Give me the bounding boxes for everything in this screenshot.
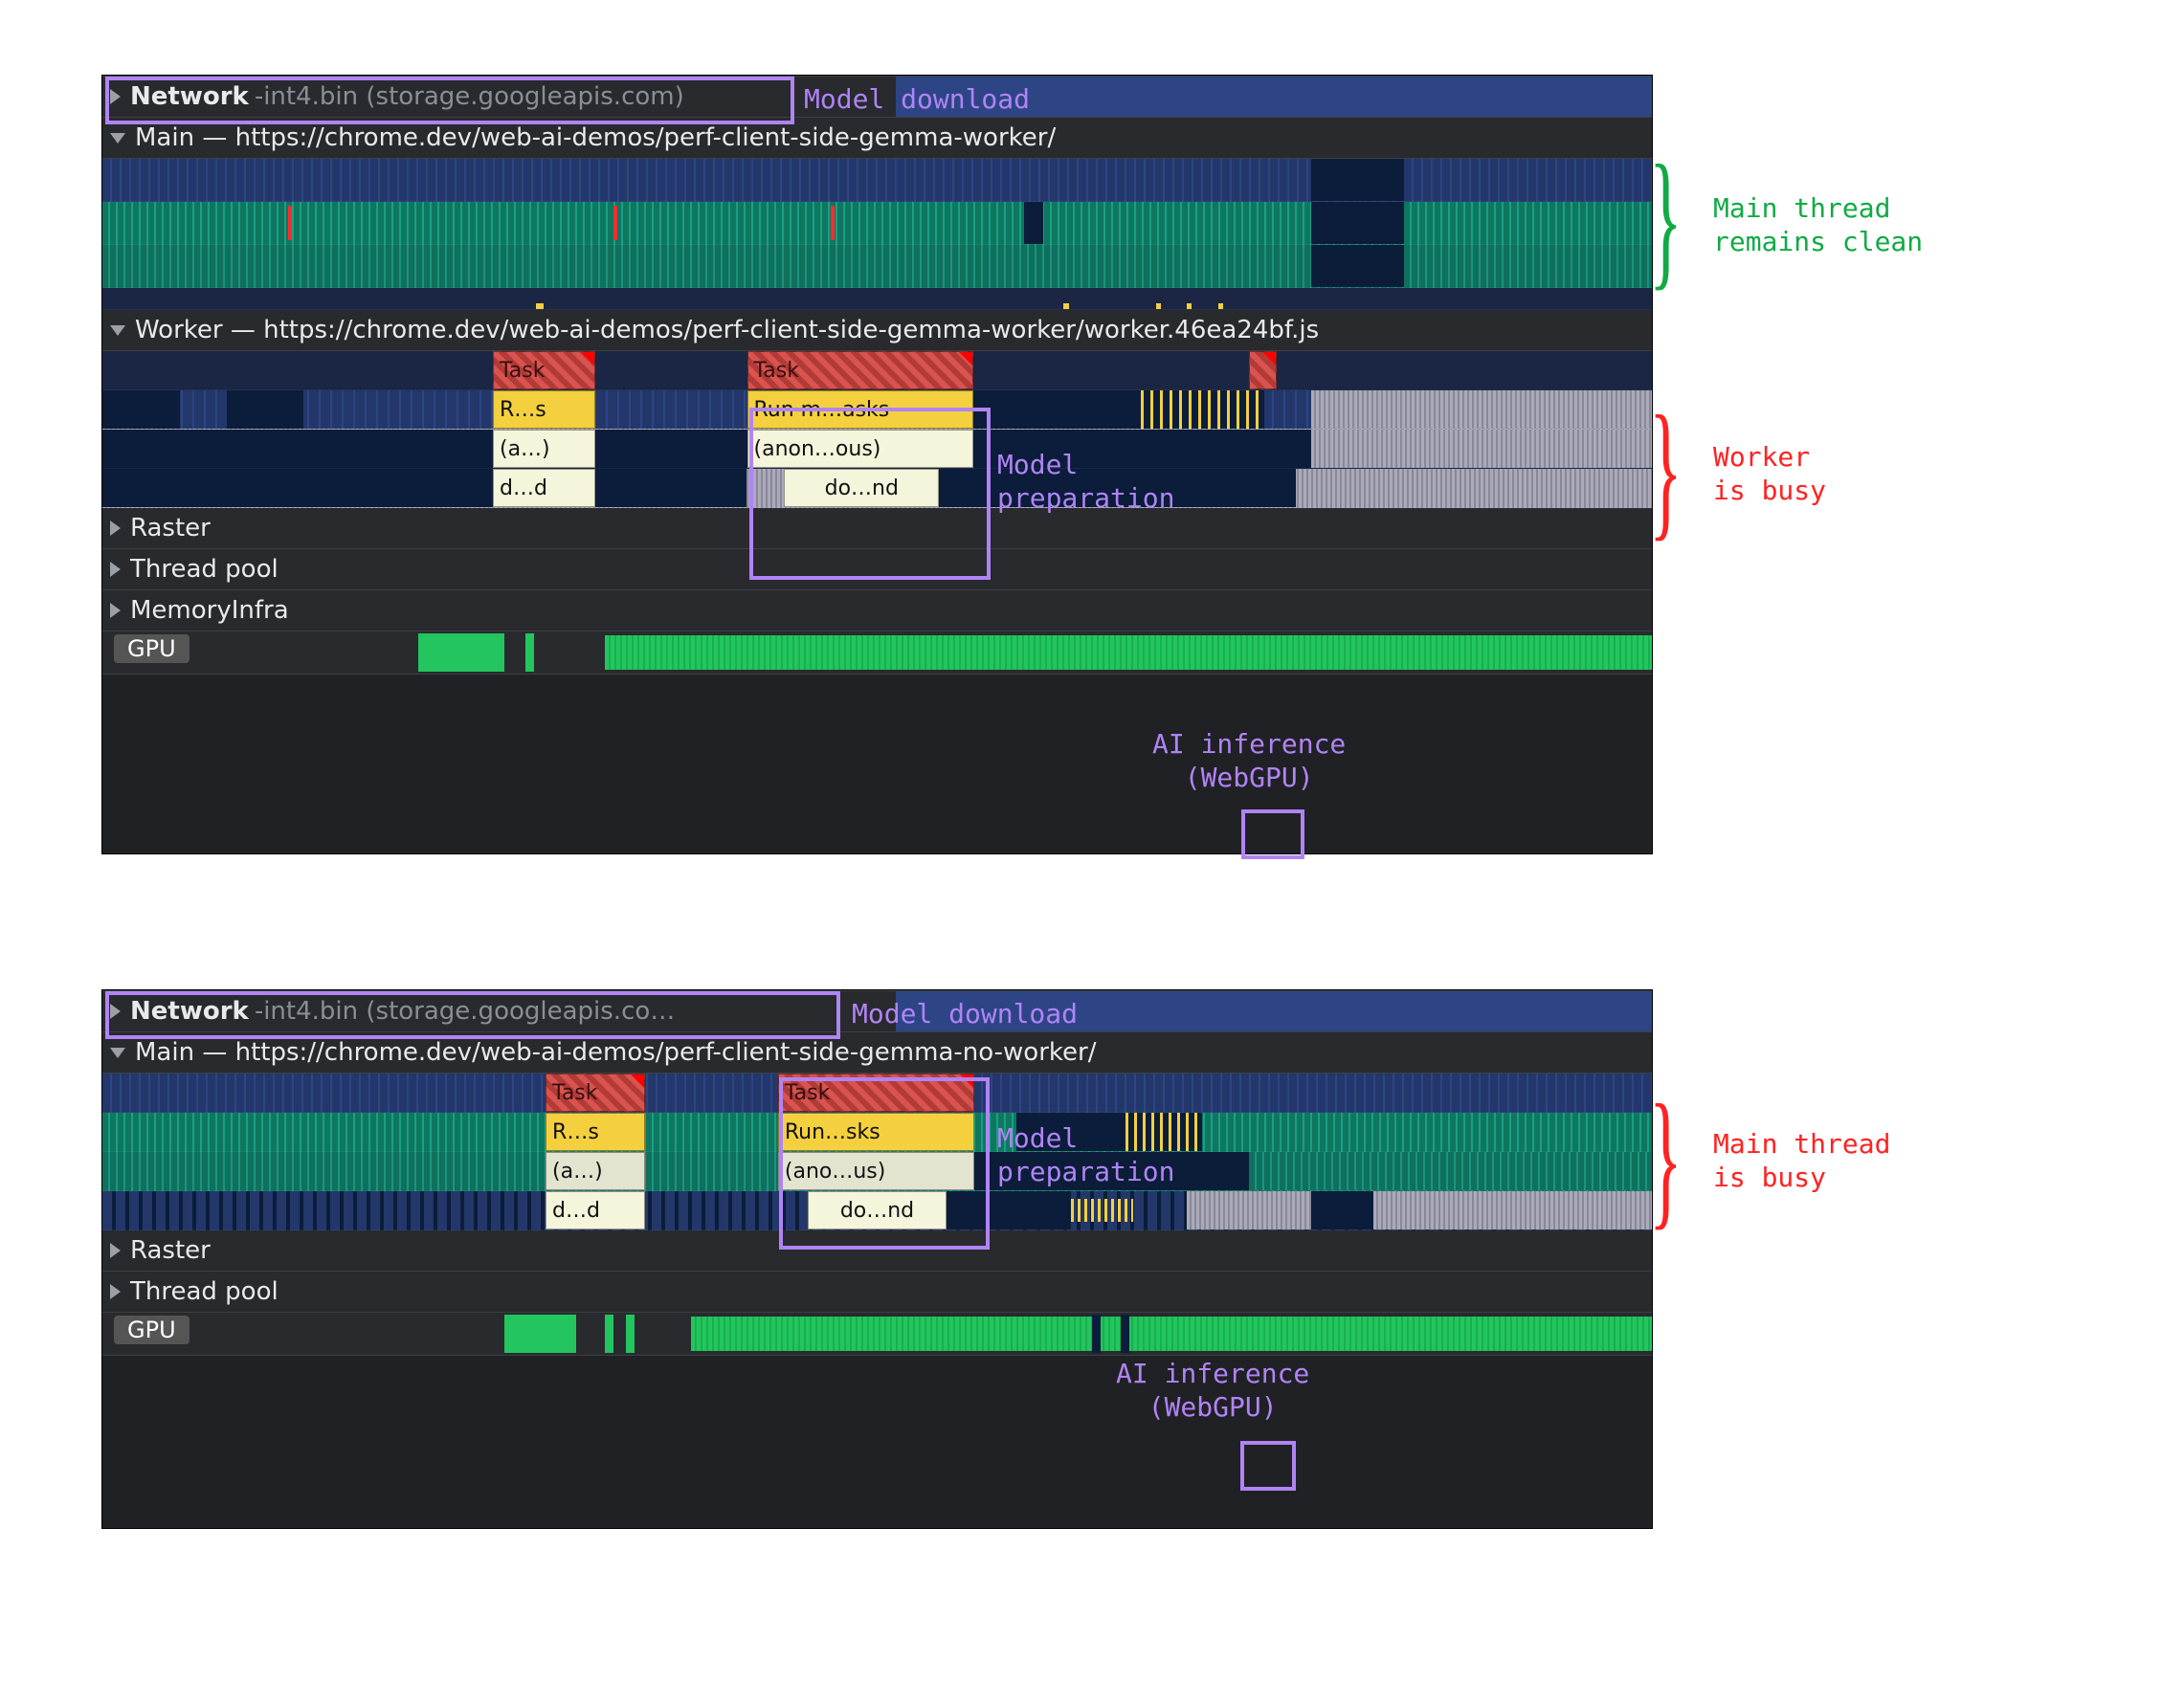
track-header-raster[interactable]: Raster xyxy=(102,1230,1652,1272)
flame-entry[interactable]: d…d xyxy=(546,1191,645,1229)
flame-entry[interactable]: d…d xyxy=(493,469,595,507)
main-label: Main — https://chrome.dev/web-ai-demos/p… xyxy=(135,123,1056,152)
main-thread-flame[interactable]: Task Task R…s Run…sks (a…) (ano…us) d…d … xyxy=(102,1074,1652,1230)
flame-task[interactable]: Task xyxy=(778,1074,975,1112)
flame-task[interactable]: Task xyxy=(546,1074,645,1112)
track-header-worker[interactable]: Worker — https://chrome.dev/web-ai-demos… xyxy=(102,310,1652,351)
disclosure-expanded-icon xyxy=(110,325,125,336)
raster-label: Raster xyxy=(130,514,211,542)
track-header-threadpool[interactable]: Thread pool xyxy=(102,1272,1652,1313)
brace-icon: } xyxy=(1649,392,1683,545)
track-header-network[interactable]: Network -int4.bin (storage.googleapis.co… xyxy=(102,990,1652,1032)
track-header-threadpool[interactable]: Thread pool xyxy=(102,549,1652,590)
track-gpu[interactable]: GPU xyxy=(102,631,1652,675)
devtools-panel-noworker: Network -int4.bin (storage.googleapis.co… xyxy=(101,989,1653,1529)
threadpool-label: Thread pool xyxy=(130,555,279,584)
annotation-main-clean: Main threadremains clean xyxy=(1713,191,1923,258)
raster-label: Raster xyxy=(130,1236,211,1265)
flame-entry[interactable]: Run…sks xyxy=(778,1113,975,1151)
annotation-worker-busy: Workeris busy xyxy=(1713,440,1826,507)
flame-entry[interactable]: do…nd xyxy=(784,469,939,507)
flame-entry[interactable]: (a…) xyxy=(493,430,595,468)
track-gpu[interactable]: GPU xyxy=(102,1313,1652,1356)
disclosure-expanded-icon xyxy=(110,1048,125,1058)
track-header-main[interactable]: Main — https://chrome.dev/web-ai-demos/p… xyxy=(102,1032,1652,1074)
disclosure-collapsed-icon xyxy=(110,89,121,104)
flame-entry[interactable]: do…nd xyxy=(808,1191,947,1229)
flame-entry[interactable]: R…s xyxy=(546,1113,645,1151)
flame-entry[interactable]: Run m…asks xyxy=(747,390,973,429)
annotation-main-busy: Main threadis busy xyxy=(1713,1127,1890,1194)
disclosure-collapsed-icon xyxy=(110,562,121,577)
disclosure-collapsed-icon xyxy=(110,603,121,618)
network-file: -int4.bin (storage.googleapis.com) xyxy=(255,82,896,111)
track-header-network[interactable]: Network -int4.bin (storage.googleapis.co… xyxy=(102,76,1652,118)
worker-thread-flame[interactable]: Task Task R…s Run m…asks (a…) (anon…ous) xyxy=(102,351,1652,508)
worker-label: Worker — https://chrome.dev/web-ai-demos… xyxy=(135,316,1319,344)
track-header-raster[interactable]: Raster xyxy=(102,508,1652,549)
network-label: Network xyxy=(130,82,249,111)
devtools-panel-worker: Network -int4.bin (storage.googleapis.co… xyxy=(101,75,1653,854)
network-file: -int4.bin (storage.googleapis.co… xyxy=(255,997,896,1026)
disclosure-collapsed-icon xyxy=(110,1243,121,1258)
network-label: Network xyxy=(130,997,249,1026)
flame-task[interactable]: Task xyxy=(747,351,973,389)
gpu-label: GPU xyxy=(114,1316,189,1344)
gpu-label: GPU xyxy=(114,634,189,663)
disclosure-collapsed-icon xyxy=(110,1284,121,1299)
brace-icon: } xyxy=(1649,1081,1683,1234)
track-header-memoryinfra[interactable]: MemoryInfra xyxy=(102,590,1652,631)
disclosure-collapsed-icon xyxy=(110,1004,121,1019)
main-label: Main — https://chrome.dev/web-ai-demos/p… xyxy=(135,1038,1096,1067)
main-thread-flame[interactable] xyxy=(102,159,1652,310)
flame-entry[interactable]: (anon…ous) xyxy=(747,430,973,468)
flame-entry[interactable]: R…s xyxy=(493,390,595,429)
flame-entry[interactable]: (ano…us) xyxy=(778,1152,975,1190)
disclosure-expanded-icon xyxy=(110,133,125,144)
flame-task[interactable] xyxy=(1249,351,1277,389)
flame-task[interactable]: Task xyxy=(493,351,595,389)
brace-icon: } xyxy=(1649,142,1683,295)
flame-entry[interactable]: (a…) xyxy=(546,1152,645,1190)
threadpool-label: Thread pool xyxy=(130,1277,279,1306)
memoryinfra-label: MemoryInfra xyxy=(130,596,289,625)
disclosure-collapsed-icon xyxy=(110,520,121,536)
track-header-main[interactable]: Main — https://chrome.dev/web-ai-demos/p… xyxy=(102,118,1652,159)
